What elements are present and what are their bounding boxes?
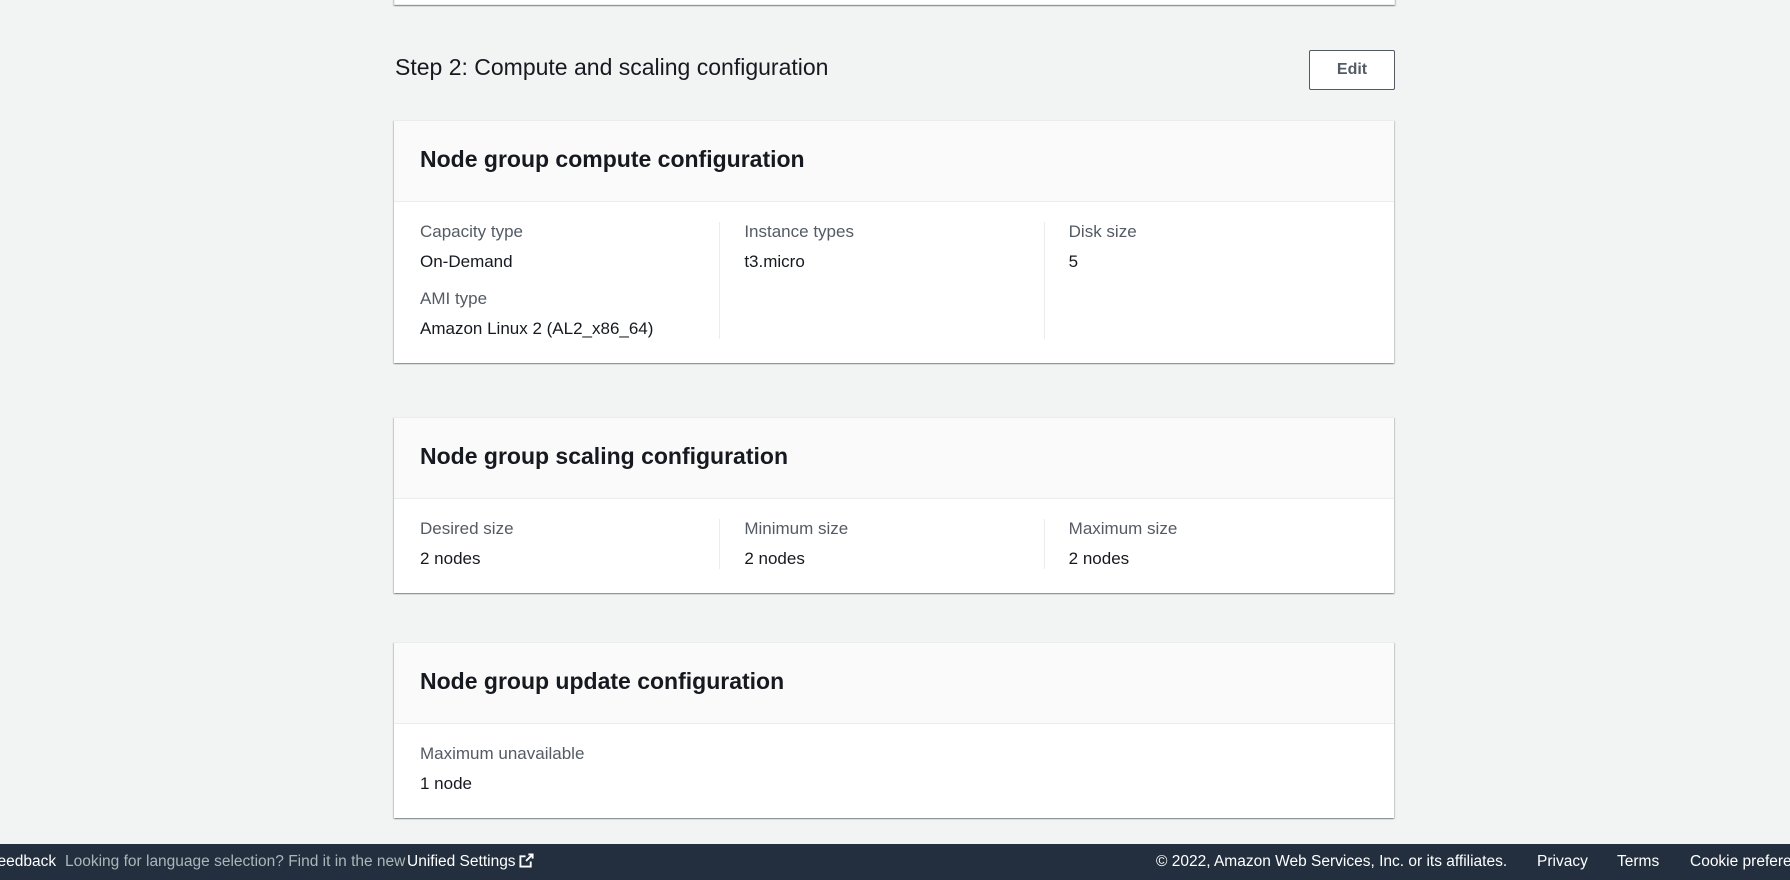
step-header: Step 2: Compute and scaling configuratio… (394, 50, 1395, 90)
feedback-link[interactable]: Feedback (0, 853, 56, 871)
card-header: Node group scaling configuration (394, 418, 1394, 499)
desired-size-value: 2 nodes (420, 549, 481, 568)
card-body: Capacity type On-Demand AMI type Amazon … (394, 202, 1394, 363)
minimum-size-label: Minimum size (744, 519, 849, 538)
disk-size-value: 5 (1068, 252, 1079, 271)
terms-link[interactable]: Terms (1617, 853, 1659, 871)
key-value-pair: Disk size 5 (1069, 222, 1344, 272)
unified-settings-label: Unified Settings (407, 853, 516, 870)
scaling-config-card: Node group scaling configuration Desired… (394, 417, 1394, 593)
instance-types-value: t3.micro (744, 252, 805, 271)
key-value-pair: Maximum size 2 nodes (1069, 519, 1344, 569)
card-title: Node group scaling configuration (420, 443, 788, 469)
card-body: Desired size 2 nodes Minimum size 2 node… (394, 499, 1394, 593)
max-unavailable-label: Maximum unavailable (420, 744, 585, 763)
external-link-icon (519, 853, 534, 868)
card-header: Node group compute configuration (394, 121, 1394, 202)
privacy-link[interactable]: Privacy (1537, 853, 1588, 871)
card-title: Node group compute configuration (420, 146, 805, 172)
edit-button[interactable]: Edit (1309, 50, 1395, 90)
key-value-pair: AMI type Amazon Linux 2 (AL2_x86_64) (420, 289, 695, 339)
key-value-pair: Maximum unavailable 1 node (420, 744, 1020, 794)
column: Maximum unavailable 1 node (420, 744, 1044, 794)
console-footer: Feedback Looking for language selection?… (0, 844, 1790, 880)
capacity-type-value: On-Demand (420, 252, 513, 271)
column: Capacity type On-Demand AMI type Amazon … (420, 222, 719, 339)
previous-step-card (394, 0, 1395, 5)
desired-size-label: Desired size (420, 519, 514, 538)
key-value-pair: Instance types t3.micro (744, 222, 1019, 272)
column: Maximum size 2 nodes (1043, 519, 1368, 569)
capacity-type-label: Capacity type (420, 222, 523, 241)
key-value-pair: Capacity type On-Demand (420, 222, 695, 272)
maximum-size-value: 2 nodes (1068, 549, 1130, 568)
ami-type-value: Amazon Linux 2 (AL2_x86_64) (420, 319, 654, 338)
key-value-pair: Minimum size 2 nodes (744, 519, 1019, 569)
column: Instance types t3.micro (719, 222, 1043, 339)
minimum-size-value: 2 nodes (744, 549, 805, 568)
maximum-size-label: Maximum size (1068, 519, 1178, 538)
card-body: Maximum unavailable 1 node (394, 724, 1394, 818)
unified-settings-link[interactable]: Unified Settings (407, 853, 534, 871)
key-value-pair: Desired size 2 nodes (420, 519, 695, 569)
copyright-text: © 2022, Amazon Web Services, Inc. or its… (1156, 853, 1508, 870)
card-header: Node group update configuration (394, 643, 1394, 724)
step-title: Step 2: Compute and scaling configuratio… (395, 54, 829, 80)
column: Minimum size 2 nodes (719, 519, 1043, 569)
cookie-preferences-link[interactable]: Cookie preferences (1690, 853, 1790, 871)
language-hint: Looking for language selection? Find it … (65, 853, 406, 870)
card-title: Node group update configuration (420, 668, 785, 694)
max-unavailable-value: 1 node (420, 774, 472, 793)
column: Disk size 5 (1043, 222, 1368, 339)
column: Desired size 2 nodes (420, 519, 719, 569)
disk-size-label: Disk size (1068, 222, 1137, 241)
ami-type-label: AMI type (420, 289, 488, 308)
compute-config-card: Node group compute configuration Capacit… (394, 120, 1394, 363)
instance-types-label: Instance types (744, 222, 854, 241)
update-config-card: Node group update configuration Maximum … (394, 642, 1394, 818)
